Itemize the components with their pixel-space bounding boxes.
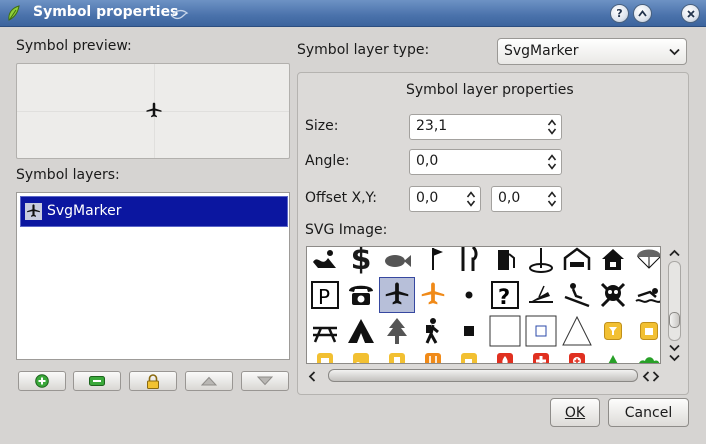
restaurant-icon[interactable] — [451, 247, 487, 277]
offset-x-spinbox[interactable]: 0,0 — [409, 186, 481, 212]
symbol-layers-list[interactable]: SvgMarker — [16, 192, 290, 360]
shade-button[interactable] — [633, 4, 652, 23]
layer-type-select[interactable]: SvgMarker — [497, 38, 687, 65]
size-spinbox[interactable]: 23,1 — [409, 114, 562, 140]
offset-x-value: 0,0 — [416, 190, 439, 206]
parking-icon[interactable]: P — [307, 277, 343, 313]
angle-spinbox[interactable]: 0,0 — [409, 149, 562, 175]
scroll-thumb[interactable] — [328, 369, 638, 382]
scroll-track[interactable] — [668, 261, 681, 341]
qgis-app-icon — [8, 5, 20, 21]
lock-layer-button[interactable] — [129, 371, 177, 391]
spin-arrows-icon[interactable] — [547, 190, 557, 208]
angle-value: 0,0 — [416, 153, 439, 169]
house-icon[interactable] — [595, 247, 631, 277]
chevron-down-icon — [669, 48, 680, 56]
size-label: Size: — [305, 118, 339, 134]
bush-icon[interactable] — [631, 343, 660, 363]
swimmer-icon[interactable] — [631, 277, 660, 313]
fire-icon[interactable] — [487, 343, 523, 363]
first-aid-icon[interactable] — [559, 343, 595, 363]
close-button[interactable] — [681, 4, 700, 23]
ok-label: OK — [564, 404, 586, 421]
scroll-left-icon[interactable] — [308, 371, 316, 382]
dot-icon[interactable] — [451, 277, 487, 313]
scroll-down-icon[interactable] — [669, 344, 680, 352]
golf-flag-icon[interactable] — [415, 247, 451, 277]
layer-item-svgmarker[interactable]: SvgMarker — [20, 196, 288, 227]
fuel-icon[interactable] — [487, 247, 523, 277]
svg-text:P: P — [318, 285, 330, 309]
svg-image-label: SVG Image: — [305, 222, 388, 238]
parachute-icon[interactable] — [631, 247, 660, 277]
spin-arrows-icon[interactable] — [547, 153, 557, 171]
spin-arrows-icon[interactable] — [466, 190, 476, 208]
scroll-right-icon[interactable] — [652, 371, 660, 382]
size-value: 23,1 — [416, 118, 448, 134]
scroll-up-icon[interactable] — [669, 249, 680, 257]
hostel-icon[interactable] — [559, 247, 595, 277]
svg-text:?: ? — [498, 285, 510, 309]
svg-image-list[interactable]: $ P ? — [306, 246, 661, 364]
dollar-icon[interactable]: $ — [343, 247, 379, 277]
horizontal-scrollbar[interactable] — [306, 366, 661, 386]
offset-y-value: 0,0 — [498, 190, 521, 206]
remove-layer-button[interactable] — [73, 371, 121, 391]
cafe-icon[interactable] — [451, 343, 487, 363]
group-title: Symbol layer properties — [406, 82, 574, 98]
minus-icon — [89, 376, 105, 386]
offset-y-spinbox[interactable]: 0,0 — [491, 186, 562, 212]
layer-type-value: SvgMarker — [504, 43, 579, 59]
peak-icon[interactable] — [595, 343, 631, 363]
telephone-icon[interactable] — [343, 277, 379, 313]
add-layer-button[interactable] — [18, 371, 66, 391]
skiing-icon[interactable] — [559, 277, 595, 313]
skull-icon[interactable] — [595, 277, 631, 313]
move-down-button[interactable] — [241, 371, 289, 391]
golf-hole-icon[interactable] — [523, 247, 559, 277]
window-title: Symbol properties — [33, 4, 179, 20]
spin-arrows-icon[interactable] — [547, 118, 557, 136]
fast-food-icon[interactable] — [379, 343, 415, 363]
airport-orange-icon[interactable] — [415, 277, 451, 313]
symbol-layers-label: Symbol layers: — [16, 167, 120, 183]
hospital-icon[interactable] — [523, 343, 559, 363]
scroll-left-icon[interactable] — [642, 371, 650, 382]
swimming-icon[interactable] — [307, 247, 343, 277]
scroll-thumb[interactable] — [669, 312, 680, 328]
scroll-down-icon[interactable] — [669, 354, 680, 362]
ok-button[interactable]: OK — [550, 398, 600, 427]
arrow-up-icon — [201, 376, 217, 386]
fish-icon[interactable] — [379, 247, 415, 277]
shipwreck-icon[interactable] — [523, 277, 559, 313]
lock-icon — [147, 373, 159, 389]
cancel-button[interactable]: Cancel — [608, 398, 689, 427]
airplane-icon — [25, 203, 42, 220]
symbol-preview — [16, 63, 290, 159]
close-icon — [686, 9, 695, 18]
symbol-preview-label: Symbol preview: — [16, 38, 132, 54]
offset-label: Offset X,Y: — [305, 190, 377, 206]
layer-item-label: SvgMarker — [47, 203, 122, 219]
accommodation-icon[interactable] — [307, 343, 343, 363]
cancel-label: Cancel — [624, 404, 673, 421]
arrow-down-icon — [257, 376, 273, 386]
title-bar[interactable]: Symbol properties ? — [0, 0, 706, 27]
rss-icon[interactable] — [343, 343, 379, 363]
vertical-scrollbar[interactable] — [664, 246, 686, 364]
airplane-icon[interactable] — [379, 277, 415, 313]
restaurant-orange-icon[interactable] — [415, 343, 451, 363]
chevron-up-icon — [638, 10, 647, 17]
preview-airplane-icon — [146, 102, 162, 118]
angle-label: Angle: — [305, 153, 350, 169]
pin-icon[interactable] — [170, 6, 190, 22]
move-up-button[interactable] — [185, 371, 233, 391]
question-icon[interactable]: ? — [487, 277, 523, 313]
layer-type-label: Symbol layer type: — [297, 42, 430, 58]
plus-icon — [35, 374, 49, 388]
help-button[interactable]: ? — [610, 4, 629, 23]
